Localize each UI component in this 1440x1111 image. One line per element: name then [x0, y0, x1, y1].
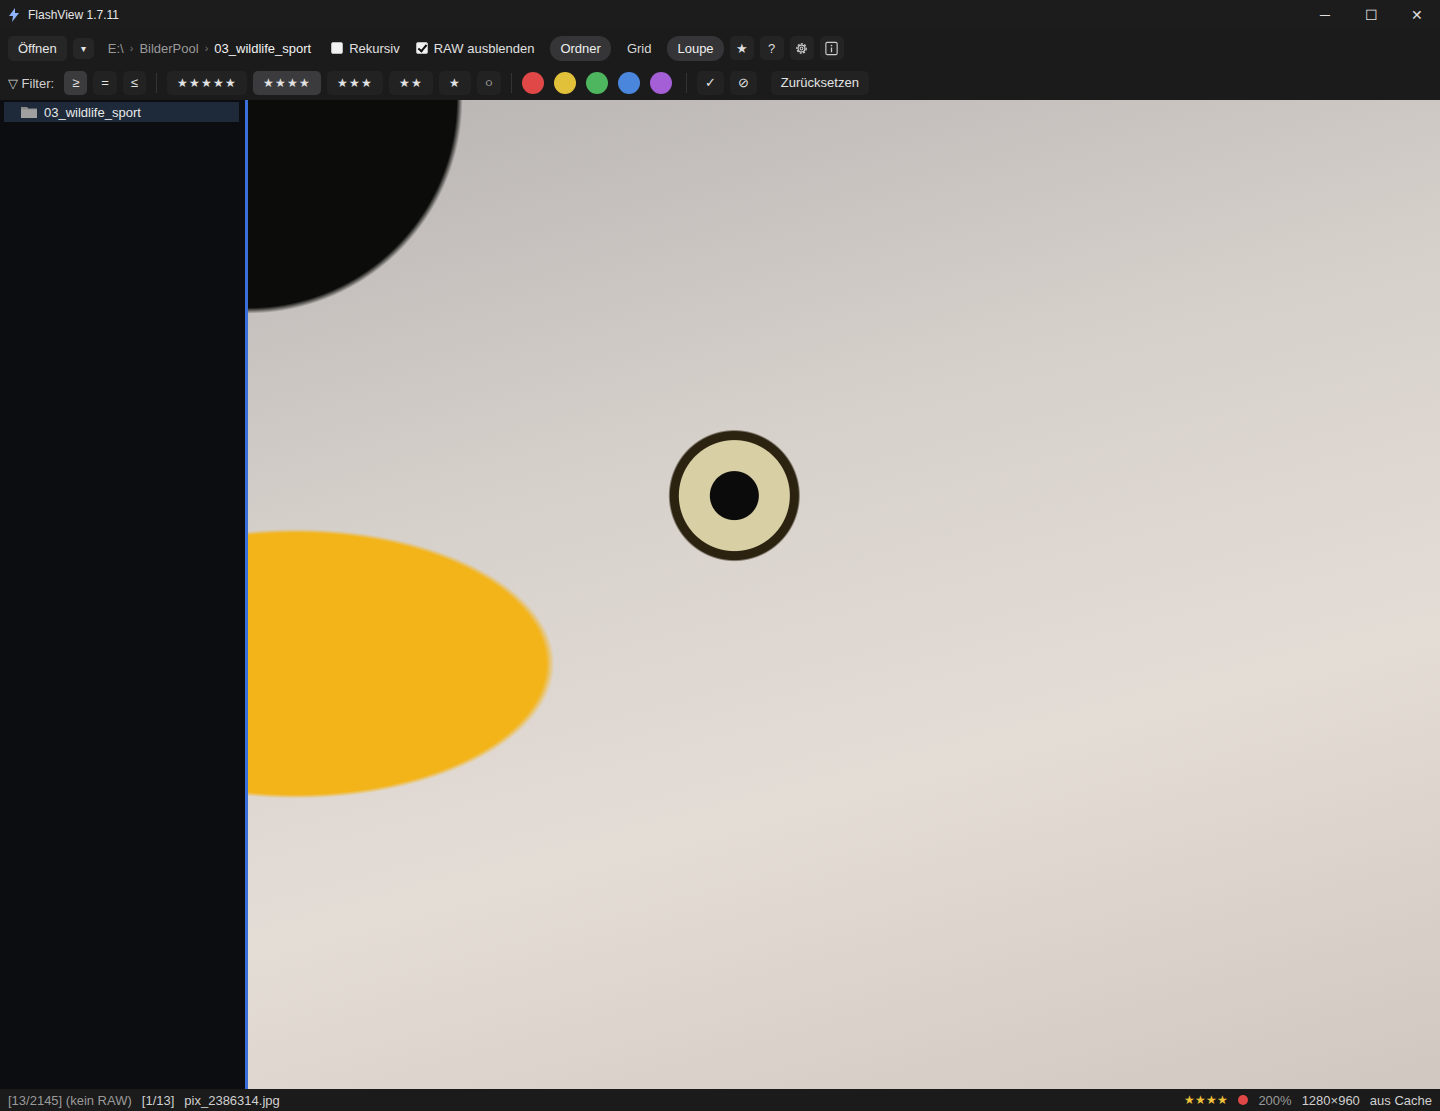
- rating-filter-button[interactable]: ★★★★: [253, 71, 321, 95]
- checkbox[interactable]: RAW ausblenden: [416, 41, 535, 56]
- lightning-icon: [8, 8, 20, 22]
- window-control[interactable]: ✕: [1394, 7, 1440, 23]
- toolbar: Öffnen ▾ E:\ › BilderPool › 03_wildlife_sport R…: [0, 30, 1440, 66]
- info-icon: [824, 41, 839, 56]
- filter-bar: ▽ Filter:≥=≤★★★★★★★★★★★★★★★○✓⊘Zurücksetz…: [0, 66, 1440, 100]
- status-position: [13/2145] (kein RAW): [8, 1093, 132, 1108]
- open-button[interactable]: Öffnen: [8, 36, 67, 61]
- status-filename: pix_2386314.jpg: [184, 1093, 279, 1108]
- breadcrumb-separator: ›: [130, 42, 134, 54]
- view-button[interactable]: Loupe: [667, 36, 723, 61]
- checkbox-box[interactable]: [331, 42, 343, 54]
- checkbox-label: RAW ausblenden: [434, 41, 535, 56]
- color-filter-dot[interactable]: [650, 72, 672, 94]
- breadcrumb-separator: ›: [205, 42, 209, 54]
- gear-icon: [794, 41, 809, 56]
- filter-label: ▽ Filter:: [8, 76, 54, 91]
- status-index: [1/13]: [142, 1093, 175, 1108]
- window-control[interactable]: ☐: [1348, 7, 1394, 23]
- status-color-label: [1238, 1095, 1248, 1105]
- rating-filter-button[interactable]: ★★: [389, 71, 433, 95]
- breadcrumb-item[interactable]: E:\: [108, 41, 124, 56]
- title-bar: FlashView 1.7.11 ─☐✕: [0, 0, 1440, 30]
- status-bar: [13/2145] (kein RAW) [1/13] pix_2386314.jp…: [0, 1089, 1440, 1111]
- color-filter-dot[interactable]: [554, 72, 576, 94]
- settings-button[interactable]: [790, 36, 814, 60]
- mark-filter-button[interactable]: ⊘: [730, 71, 757, 95]
- unrated-filter-button[interactable]: ○: [477, 71, 501, 95]
- status-zoom: 200%: [1258, 1093, 1291, 1108]
- mark-filter-button[interactable]: ✓: [697, 71, 724, 95]
- checkbox[interactable]: Rekursiv: [331, 41, 400, 56]
- info-button[interactable]: [820, 36, 844, 60]
- checkbox-box[interactable]: [416, 42, 428, 54]
- checkbox-label: Rekursiv: [349, 41, 400, 56]
- reset-button[interactable]: Zurücksetzen: [771, 71, 869, 95]
- image-viewer: [248, 100, 1440, 1089]
- color-filter-dot[interactable]: [522, 72, 544, 94]
- folder-item[interactable]: 03_wildlife_sport: [4, 102, 239, 122]
- folder-icon: [20, 105, 38, 119]
- tool-button[interactable]: ★: [730, 36, 754, 60]
- app-window: FlashView 1.7.11 ─☐✕ Öffnen ▾ E:\ › BilderPool…: [0, 0, 1440, 1111]
- window-title: FlashView 1.7.11: [28, 8, 119, 22]
- tool-button[interactable]: ?: [760, 36, 784, 60]
- status-dimensions: 1280×960: [1302, 1093, 1360, 1108]
- view-button[interactable]: Ordner: [550, 36, 610, 61]
- operator-button[interactable]: ≥: [64, 71, 87, 95]
- rating-filter-button[interactable]: ★: [439, 71, 471, 95]
- photo: [248, 100, 1440, 1089]
- color-filter-dot[interactable]: [586, 72, 608, 94]
- status-rating: ★★★★: [1184, 1093, 1228, 1107]
- main-area: 03_wildlife_sport: [0, 100, 1440, 1089]
- breadcrumb-item[interactable]: 03_wildlife_sport: [214, 41, 311, 56]
- operator-button[interactable]: =: [93, 71, 117, 95]
- operator-button[interactable]: ≤: [123, 71, 146, 95]
- status-source: aus Cache: [1370, 1093, 1432, 1108]
- folder-tree: 03_wildlife_sport: [0, 100, 245, 1089]
- rating-filter-button[interactable]: ★★★: [327, 71, 383, 95]
- breadcrumb-item[interactable]: BilderPool: [139, 41, 198, 56]
- color-filter-dot[interactable]: [618, 72, 640, 94]
- breadcrumb: E:\ › BilderPool › 03_wildlife_sport: [108, 41, 311, 56]
- rating-filter-button[interactable]: ★★★★★: [167, 71, 247, 95]
- window-control[interactable]: ─: [1302, 7, 1348, 23]
- view-button[interactable]: Grid: [617, 36, 662, 61]
- open-dropdown[interactable]: ▾: [73, 38, 94, 59]
